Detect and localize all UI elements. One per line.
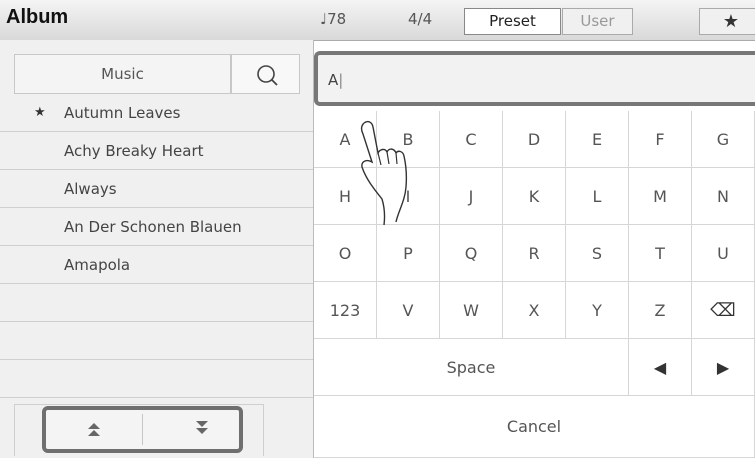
key-z[interactable]: Z	[629, 282, 692, 339]
list-item[interactable]	[0, 360, 313, 398]
list-item[interactable]: An Der Schonen Blauen	[0, 208, 313, 246]
list-item-label: Autumn Leaves	[64, 104, 181, 122]
cursor-left-key[interactable]: ◀	[629, 339, 692, 396]
meter-display: 4/4	[408, 10, 433, 28]
search-button[interactable]	[231, 54, 300, 94]
key-d[interactable]: D	[503, 111, 566, 168]
tab-preset[interactable]: Preset	[464, 8, 561, 35]
list-item-label: Amapola	[64, 256, 131, 274]
page-title: Album	[6, 6, 69, 28]
key-k[interactable]: K	[503, 168, 566, 225]
list-item-label: Always	[64, 180, 117, 198]
list-item-label: Achy Breaky Heart	[64, 142, 204, 160]
search-input-text: A|	[328, 71, 344, 89]
cancel-button[interactable]: Cancel	[314, 396, 755, 458]
backspace-key[interactable]: ⌫	[692, 282, 755, 339]
key-r[interactable]: R	[503, 225, 566, 282]
key-o[interactable]: O	[314, 225, 377, 282]
search-input[interactable]: A|	[314, 51, 755, 106]
key-f[interactable]: F	[629, 111, 692, 168]
key-v[interactable]: V	[377, 282, 440, 339]
key-i[interactable]: I	[377, 168, 440, 225]
list-item[interactable]: Always	[0, 170, 313, 208]
key-p[interactable]: P	[377, 225, 440, 282]
page-up-icon	[88, 423, 100, 436]
page-down-icon	[196, 421, 208, 434]
category-selector[interactable]: Music	[14, 54, 231, 94]
search-row: Music	[0, 54, 313, 94]
key-t[interactable]: T	[629, 225, 692, 282]
star-icon: ★	[722, 11, 740, 32]
key-a[interactable]: A	[314, 111, 377, 168]
song-list-pane: Music ★ Autumn Leaves Achy Breaky Heart Alw…	[0, 40, 314, 458]
list-item[interactable]: ★ Autumn Leaves	[0, 94, 313, 132]
key-x[interactable]: X	[503, 282, 566, 339]
list-item[interactable]: Amapola	[0, 246, 313, 284]
list-item-label: An Der Schonen Blauen	[64, 218, 242, 236]
space-key[interactable]: Space	[314, 339, 629, 396]
key-u[interactable]: U	[692, 225, 755, 282]
page-up-button[interactable]	[46, 410, 142, 449]
tempo-display: ♩78	[320, 10, 347, 28]
tab-favorite[interactable]: ★	[699, 8, 755, 35]
search-icon	[257, 65, 278, 86]
key-c[interactable]: C	[440, 111, 503, 168]
page-down-button[interactable]	[143, 410, 239, 449]
list-item[interactable]: Achy Breaky Heart	[0, 132, 313, 170]
key-n[interactable]: N	[692, 168, 755, 225]
key-s[interactable]: S	[566, 225, 629, 282]
title-bar: Album ♩78 4/4 Preset User ★	[0, 0, 755, 41]
key-y[interactable]: Y	[566, 282, 629, 339]
key-j[interactable]: J	[440, 168, 503, 225]
scroll-controls	[42, 406, 243, 453]
key-g[interactable]: G	[692, 111, 755, 168]
key-m[interactable]: M	[629, 168, 692, 225]
key-e[interactable]: E	[566, 111, 629, 168]
key-q[interactable]: Q	[440, 225, 503, 282]
cursor-right-key[interactable]: ▶	[692, 339, 755, 396]
key-l[interactable]: L	[566, 168, 629, 225]
tab-user[interactable]: User	[562, 8, 633, 35]
favorite-star-icon: ★	[34, 105, 46, 120]
on-screen-keyboard: A B C D E F G H I J K L M N O P Q R S T U 123 V W X Y Z ⌫ Space ◀ ▶ Can…	[314, 111, 755, 458]
list-item[interactable]	[0, 322, 313, 360]
list-item[interactable]	[0, 284, 313, 322]
key-b[interactable]: B	[377, 111, 440, 168]
key-123[interactable]: 123	[314, 282, 377, 339]
key-w[interactable]: W	[440, 282, 503, 339]
key-h[interactable]: H	[314, 168, 377, 225]
